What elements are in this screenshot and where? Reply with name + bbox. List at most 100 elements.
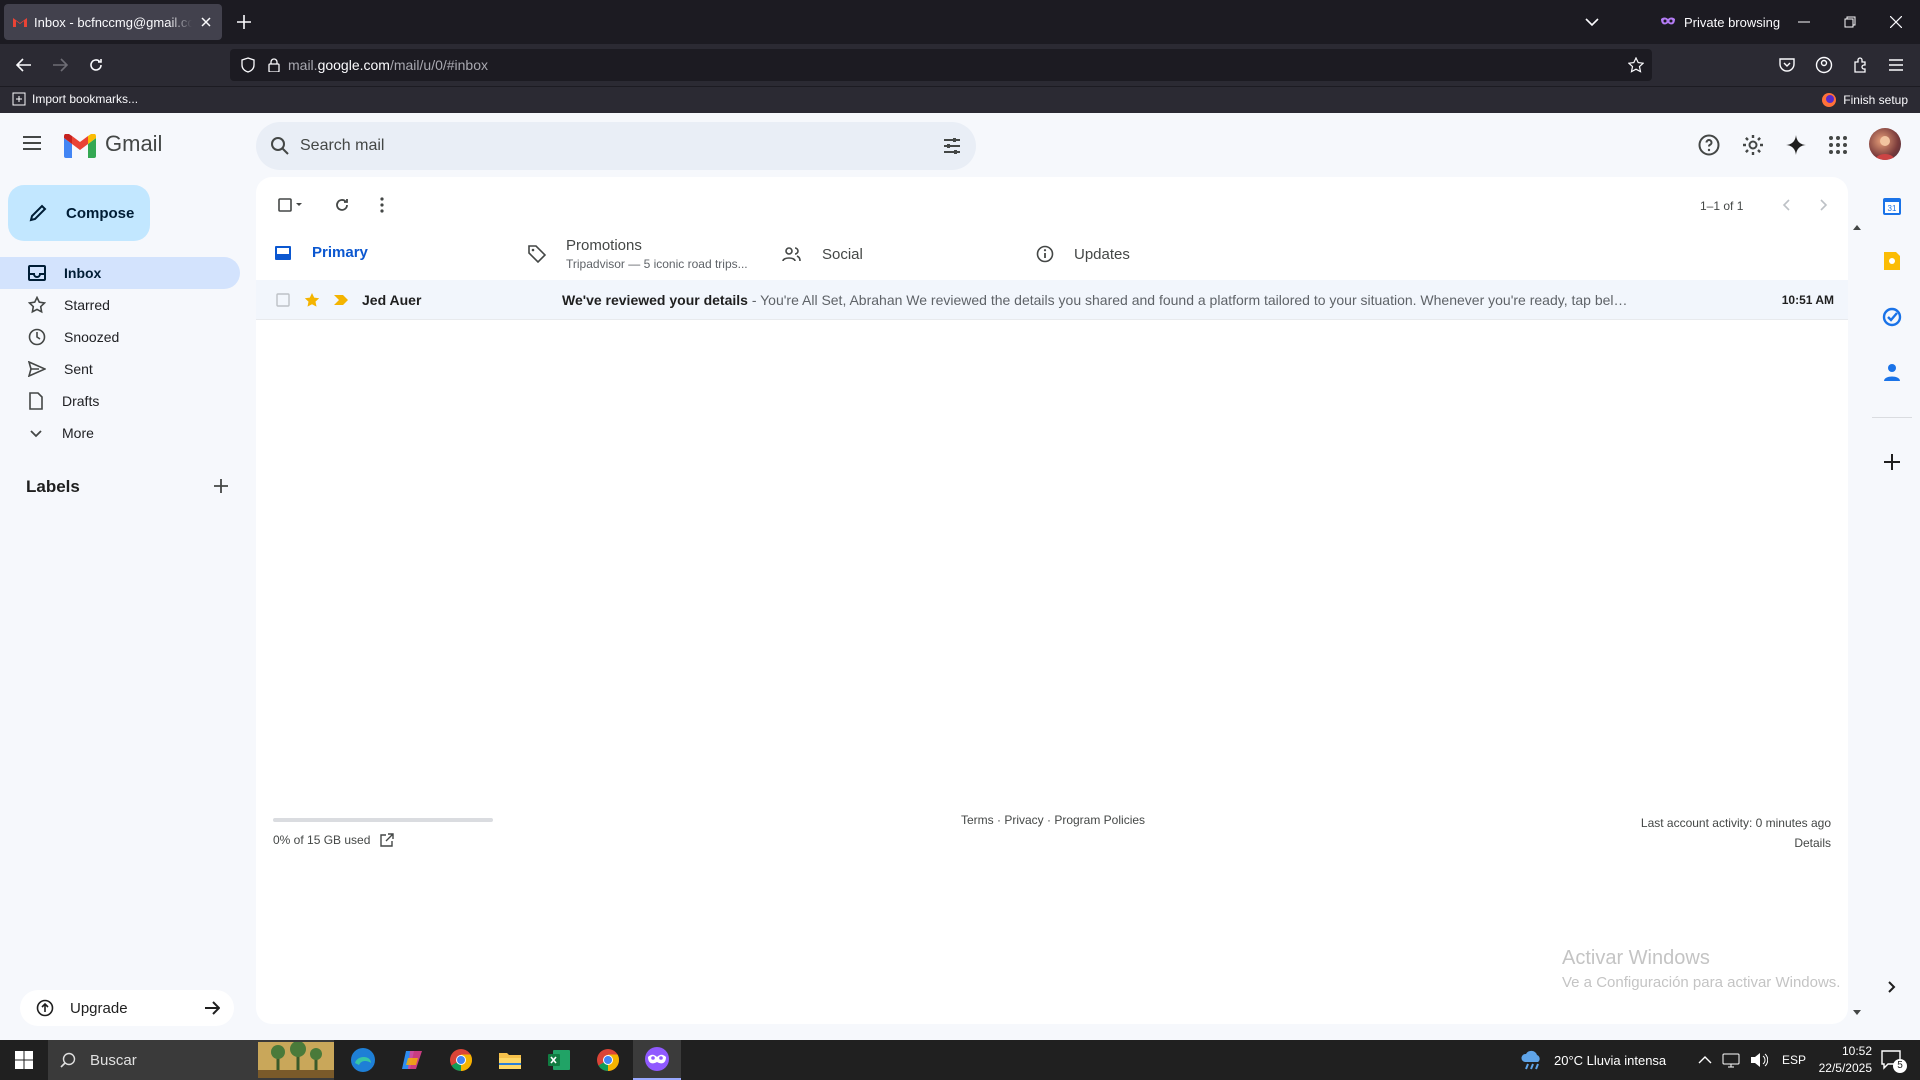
sidebar-item-snoozed[interactable]: Snoozed [0,321,240,353]
email-snippet: - You're All Set, Abrahan We reviewed th… [747,291,1632,308]
back-button[interactable] [12,53,36,77]
tab-updates[interactable]: Updates [1026,224,1280,284]
settings-button[interactable] [1741,133,1765,157]
gmail-logo-icon[interactable] [64,134,96,158]
taskbar-firefox-private[interactable] [633,1040,681,1080]
search-icon[interactable] [270,136,290,156]
tasks-app-button[interactable] [1878,303,1906,331]
browser-tab-gmail[interactable]: Inbox - bcfnccmg@gmail.com - Gmail [4,4,222,40]
watermark-title: Activar Windows [1562,947,1710,969]
finish-setup-label: Finish setup [1843,93,1908,107]
list-all-tabs-button[interactable] [1580,10,1604,34]
taskbar-search[interactable]: Buscar [48,1040,334,1080]
app-menu-button[interactable] [1884,53,1908,77]
firefox-icon [1822,93,1837,107]
close-window-button[interactable] [1884,10,1908,34]
more-actions-button[interactable] [370,193,394,217]
select-all-checkbox[interactable] [273,193,309,217]
newer-button[interactable] [1774,193,1798,217]
compose-button[interactable]: Compose [8,185,150,241]
sidebar-item-drafts[interactable]: Drafts [0,385,240,417]
url-text[interactable]: mail.google.com/mail/u/0/#inbox [288,57,488,73]
weather-rain-icon[interactable] [1520,1050,1544,1070]
chevron-right-icon [1888,981,1896,993]
account-button[interactable] [1812,53,1836,77]
star-icon [28,296,46,314]
arrow-right-icon [53,58,68,72]
upgrade-button[interactable]: Upgrade [20,990,234,1026]
network-icon[interactable] [1722,1052,1740,1068]
sidebar-item-more[interactable]: More [0,417,240,449]
older-button[interactable] [1812,193,1836,217]
taskbar-excel[interactable] [535,1040,583,1080]
footer-links[interactable]: Terms · Privacy · Program Policies [961,813,1145,827]
tab-promotions[interactable]: Promotions Tripadvisor — 5 iconic road t… [518,224,772,284]
language-indicator[interactable]: ESP [1782,1053,1806,1067]
weather-text[interactable]: 20°C Lluvia intensa [1554,1053,1666,1068]
clock-icon [28,328,46,346]
import-bookmarks-link[interactable]: Import bookmarks... [12,92,138,106]
keep-app-button[interactable] [1878,247,1906,275]
sidebar-item-starred[interactable]: Starred [0,289,240,321]
taskbar-chrome-2[interactable] [584,1040,632,1080]
minimize-button[interactable] [1792,10,1816,34]
sidebar-item-sent[interactable]: Sent [0,353,240,385]
refresh-button[interactable] [330,193,354,217]
contacts-app-button[interactable] [1878,358,1906,386]
taskbar-copilot[interactable] [388,1040,436,1080]
taskbar-edge[interactable] [339,1040,387,1080]
clock[interactable]: 10:52 22/5/2025 [1816,1043,1872,1077]
kebab-menu-icon [380,197,384,213]
search-input[interactable] [300,122,900,170]
get-addons-button[interactable] [1878,448,1906,476]
taskbar-search-placeholder: Buscar [90,1051,137,1069]
notifications-button[interactable]: 5 [1880,1048,1907,1073]
tab-primary[interactable]: Primary [264,224,518,284]
sidebar-item-inbox[interactable]: Inbox [0,257,240,289]
google-apps-button[interactable] [1826,133,1850,157]
support-button[interactable] [1697,133,1721,157]
avatar[interactable] [1869,128,1901,160]
scroll-down-arrow-icon[interactable] [1852,1009,1862,1017]
sidebar-item-label: Drafts [62,393,100,409]
important-marker-icon[interactable] [334,294,348,305]
restore-button[interactable] [1838,10,1862,34]
new-tab-button[interactable] [232,10,256,34]
volume-icon[interactable] [1750,1052,1768,1068]
close-tab-icon[interactable] [198,14,214,30]
extensions-button[interactable] [1848,53,1872,77]
chevron-up-icon[interactable] [1698,1055,1712,1065]
private-browsing-indicator: Private browsing [1660,11,1780,33]
main-menu-button[interactable] [22,135,42,151]
address-bar[interactable]: mail.google.com/mail/u/0/#inbox [230,49,1652,81]
search-bar[interactable] [256,122,976,170]
people-icon [782,247,801,262]
create-label-button[interactable] [214,479,228,493]
email-select-checkbox[interactable] [276,292,290,307]
finish-setup-link[interactable]: Finish setup [1821,92,1908,108]
lock-icon[interactable] [268,58,280,72]
tab-social[interactable]: Social [772,224,1026,284]
tab-label: Primary [312,244,368,261]
gemini-button[interactable] [1784,133,1808,157]
scroll-up-arrow-icon[interactable] [1852,223,1862,231]
storage-usage[interactable]: 0% of 15 GB used [273,833,395,847]
shield-icon[interactable] [240,57,256,73]
reload-button[interactable] [84,53,108,77]
svg-text:31: 31 [1888,204,1897,213]
email-row[interactable]: Jed Auer We've reviewed your details - Y… [256,280,1848,320]
forward-button[interactable] [48,53,72,77]
browser-navigation-bar: mail.google.com/mail/u/0/#inbox [0,44,1920,86]
search-options-icon[interactable] [942,136,962,156]
starred-star-icon[interactable] [304,292,320,308]
taskbar-file-explorer[interactable] [486,1040,534,1080]
inbox-icon [275,245,291,260]
show-side-panel-button[interactable] [1878,973,1906,1001]
start-button[interactable] [0,1040,48,1080]
taskbar-chrome[interactable] [437,1040,485,1080]
pocket-button[interactable] [1775,53,1799,77]
labels-heading: Labels [26,477,80,496]
bookmark-star-icon[interactable] [1628,57,1644,73]
calendar-app-button[interactable]: 31 [1878,192,1906,220]
details-link[interactable]: Details [1641,833,1831,853]
